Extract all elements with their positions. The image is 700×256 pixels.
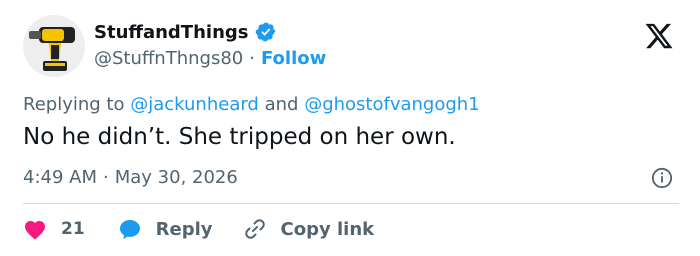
speech-bubble-icon xyxy=(119,220,140,239)
follow-button[interactable]: Follow xyxy=(261,48,326,69)
like-button[interactable]: 21 xyxy=(23,218,85,240)
mention-link-2[interactable]: @ghostofvangogh1 xyxy=(304,94,479,115)
heart-icon xyxy=(25,221,45,240)
tweet-timestamp[interactable]: 4:49 AM · May 30, 2026 xyxy=(23,167,238,188)
link-icon xyxy=(244,219,265,239)
separator-dot: · xyxy=(103,167,109,188)
reply-label: Reply xyxy=(155,218,213,240)
user-name-row: StuffandThings xyxy=(94,21,277,43)
info-icon[interactable] xyxy=(651,167,673,189)
mention-link-1[interactable]: @jackunheard xyxy=(130,94,259,115)
handle-row: @StuffnThngs80 · Follow xyxy=(94,48,326,69)
replying-to-prefix: Replying to xyxy=(23,94,125,115)
separator-dot: · xyxy=(249,48,255,69)
display-name[interactable]: StuffandThings xyxy=(94,22,249,43)
like-count: 21 xyxy=(61,219,85,239)
copy-link-button[interactable]: Copy link xyxy=(243,217,375,241)
tweet-card: StuffandThings @StuffnThngs80 · Follow Rep… xyxy=(0,0,700,256)
tweet-text: No he didn’t. She tripped on her own. xyxy=(23,124,456,150)
divider xyxy=(23,203,679,204)
reply-button[interactable]: Reply xyxy=(118,218,213,240)
copy-link-label: Copy link xyxy=(280,218,375,240)
action-bar: 21 Reply Copy link xyxy=(23,216,374,242)
avatar[interactable] xyxy=(23,15,85,77)
verified-badge-icon xyxy=(255,21,277,43)
replying-to-conjunction: and xyxy=(264,94,299,115)
tweet-time: 4:49 AM xyxy=(23,167,97,188)
tweet-date: May 30, 2026 xyxy=(114,167,238,188)
replying-to-line: Replying to @jackunheard and @ghostofvan… xyxy=(23,94,480,115)
drill-avatar-image xyxy=(23,15,85,77)
x-logo-icon[interactable] xyxy=(643,21,675,51)
user-handle[interactable]: @StuffnThngs80 xyxy=(94,48,243,69)
